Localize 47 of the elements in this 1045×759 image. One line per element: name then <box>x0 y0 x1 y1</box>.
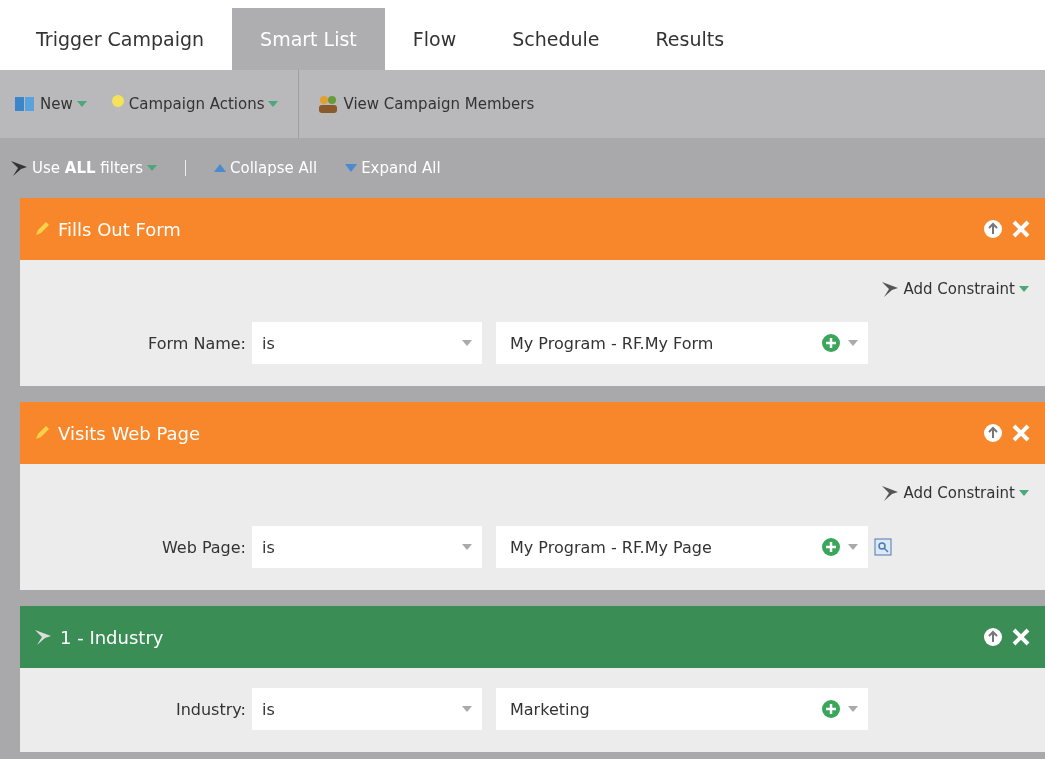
operator-select[interactable]: is <box>252 526 482 568</box>
pencil-icon <box>34 221 50 237</box>
add-constraint-button[interactable]: Add Constraint <box>881 280 1029 298</box>
caret-icon <box>848 706 858 712</box>
value-field[interactable]: My Program - RF.My Page <box>496 526 868 568</box>
tab[interactable]: Schedule <box>484 8 628 70</box>
filter-title: 1 - Industry <box>60 626 165 648</box>
close-icon[interactable] <box>1011 423 1031 443</box>
caret-icon <box>1019 286 1029 292</box>
filter-title: Visits Web Page <box>58 422 201 444</box>
field-label: Form Name: <box>147 333 246 353</box>
toolbar-label: New <box>40 95 73 113</box>
tab[interactable]: Trigger Campaign <box>8 8 233 70</box>
tab[interactable]: Flow <box>384 8 485 70</box>
people-icon <box>317 95 340 113</box>
field-label: Industry: <box>174 699 246 719</box>
pencil-icon <box>34 425 50 441</box>
add-constraint-button[interactable]: Add Constraint <box>881 484 1029 502</box>
toolbar-button[interactable]: View Campaign Members <box>313 70 555 138</box>
caret-icon <box>462 706 472 712</box>
caret-icon <box>462 544 472 550</box>
caret-icon <box>147 165 157 171</box>
caret-icon <box>848 340 858 346</box>
close-icon[interactable] <box>1011 219 1031 239</box>
value-field[interactable]: My Program - RF.My Form <box>496 322 868 364</box>
expand-icon <box>345 164 358 172</box>
lookup-icon[interactable] <box>874 538 892 556</box>
toolbar-label: View Campaign Members <box>343 95 535 113</box>
caret-icon <box>76 101 87 107</box>
book-icon <box>14 95 36 113</box>
toolbar-label: Campaign Actions <box>128 95 265 113</box>
close-icon[interactable] <box>1011 627 1031 647</box>
caret-icon <box>462 340 472 346</box>
tab[interactable]: Results <box>627 8 753 70</box>
add-icon[interactable] <box>822 538 840 556</box>
collapse-icon <box>214 164 226 172</box>
value-field[interactable]: Marketing <box>496 688 868 730</box>
operator-select[interactable]: is <box>252 688 482 730</box>
field-label: Web Page: <box>160 537 246 557</box>
add-icon[interactable] <box>822 334 840 352</box>
toolbar-button[interactable]: New <box>10 70 107 138</box>
add-icon[interactable] <box>822 700 840 718</box>
caret-icon <box>1019 490 1029 496</box>
caret-icon <box>848 544 858 550</box>
filter-title: Fills Out Form <box>58 218 182 240</box>
operator-select[interactable]: is <box>252 322 482 364</box>
caret-icon <box>268 101 279 107</box>
